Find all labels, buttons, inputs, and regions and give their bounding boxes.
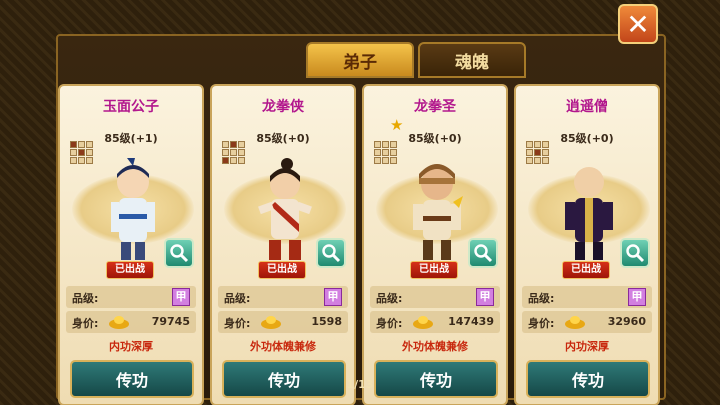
grade-row: 品级: 甲 <box>370 286 500 308</box>
grade-badge: 甲 <box>628 288 646 306</box>
disciple-card[interactable]: 龙拳侠 85级(+0) 已出战 品级: 甲 身价: 1598 外功体魄兼修 传功 <box>210 84 356 405</box>
formation-grid-icon <box>374 141 398 165</box>
gold-ingot-icon <box>413 316 433 329</box>
gold-ingot-icon <box>109 316 129 329</box>
transfer-button[interactable]: 传功 <box>70 360 194 398</box>
disciple-card[interactable]: 玉面公子 85级(+1) 已出战 品级: 甲 身价: 79745 内功深厚 传功 <box>58 84 204 405</box>
magnifier-icon <box>170 244 189 263</box>
disciple-name: 龙拳圣 <box>414 99 456 115</box>
gold-ingot-icon <box>261 316 281 329</box>
disciple-name: 龙拳侠 <box>262 99 304 115</box>
grade-row: 品级: 甲 <box>66 286 196 308</box>
price-label: 身价: <box>72 317 99 330</box>
formation-grid-icon <box>222 141 246 165</box>
grade-badge: 甲 <box>324 288 342 306</box>
grade-label: 品级: <box>224 292 251 305</box>
gold-ingot-icon <box>565 316 585 329</box>
grade-label: 品级: <box>528 292 555 305</box>
skill-trait: 内功深厚 <box>109 340 153 353</box>
close-button[interactable]: ✕ <box>618 4 658 44</box>
grade-label: 品级: <box>376 292 403 305</box>
price-value: 79745 <box>151 315 190 328</box>
page-indicator: 1/13 <box>346 378 374 391</box>
hero-portrait <box>258 158 312 260</box>
tab-bar: 弟子 魂魄 <box>306 42 528 80</box>
price-row: 身价: 32960 <box>522 311 652 333</box>
deployed-badge: 已出战 <box>562 261 610 279</box>
deployed-badge: 已出战 <box>258 261 306 279</box>
price-row: 身价: 79745 <box>66 311 196 333</box>
grade-badge: 甲 <box>476 288 494 306</box>
price-value: 1598 <box>311 315 342 328</box>
magnifier-button[interactable] <box>164 238 194 268</box>
disciple-card[interactable]: 龙拳圣 ★ 85级(+0) 已出战 品级: 甲 身价: 147439 外功体魄兼… <box>362 84 508 405</box>
disciple-card[interactable]: 逍遥僧 85级(+0) 已出战 品级: 甲 身价: 32960 内功深厚 传功 <box>514 84 660 405</box>
hero-portrait <box>565 167 613 260</box>
magnifier-button[interactable] <box>468 238 498 268</box>
hero-portrait <box>111 158 155 260</box>
transfer-button[interactable]: 传功 <box>526 360 650 398</box>
deployed-badge: 已出战 <box>106 261 154 279</box>
formation-grid-icon <box>70 141 94 165</box>
magnifier-button[interactable] <box>620 238 650 268</box>
price-value: 147439 <box>448 315 494 328</box>
grade-row: 品级: 甲 <box>218 286 348 308</box>
price-row: 身价: 147439 <box>370 311 500 333</box>
deployed-badge: 已出战 <box>410 261 458 279</box>
price-label: 身价: <box>528 317 555 330</box>
formation-grid-icon <box>526 141 550 165</box>
transfer-button[interactable]: 传功 <box>222 360 346 398</box>
disciple-name: 玉面公子 <box>103 99 159 115</box>
disciple-panel: 弟子 魂魄 玉面公子 85级(+1) 已出战 品级: 甲 身价: 79745 内… <box>56 34 666 405</box>
hero-portrait <box>413 164 463 260</box>
tab-souls[interactable]: 魂魄 <box>418 42 526 78</box>
magnifier-button[interactable] <box>316 238 346 268</box>
disciple-name: 逍遥僧 <box>566 99 608 115</box>
tab-disciples[interactable]: 弟子 <box>306 42 414 78</box>
price-label: 身价: <box>224 317 251 330</box>
skill-trait: 外功体魄兼修 <box>402 340 468 353</box>
transfer-button[interactable]: 传功 <box>374 360 498 398</box>
skill-trait: 内功深厚 <box>565 340 609 353</box>
close-icon: ✕ <box>626 7 650 41</box>
grade-row: 品级: 甲 <box>522 286 652 308</box>
price-value: 32960 <box>607 315 646 328</box>
magnifier-icon <box>626 244 645 263</box>
magnifier-icon <box>322 244 341 263</box>
skill-trait: 外功体魄兼修 <box>250 340 316 353</box>
grade-label: 品级: <box>72 292 99 305</box>
price-label: 身价: <box>376 317 403 330</box>
grade-badge: 甲 <box>172 288 190 306</box>
price-row: 身价: 1598 <box>218 311 348 333</box>
magnifier-icon <box>474 244 493 263</box>
